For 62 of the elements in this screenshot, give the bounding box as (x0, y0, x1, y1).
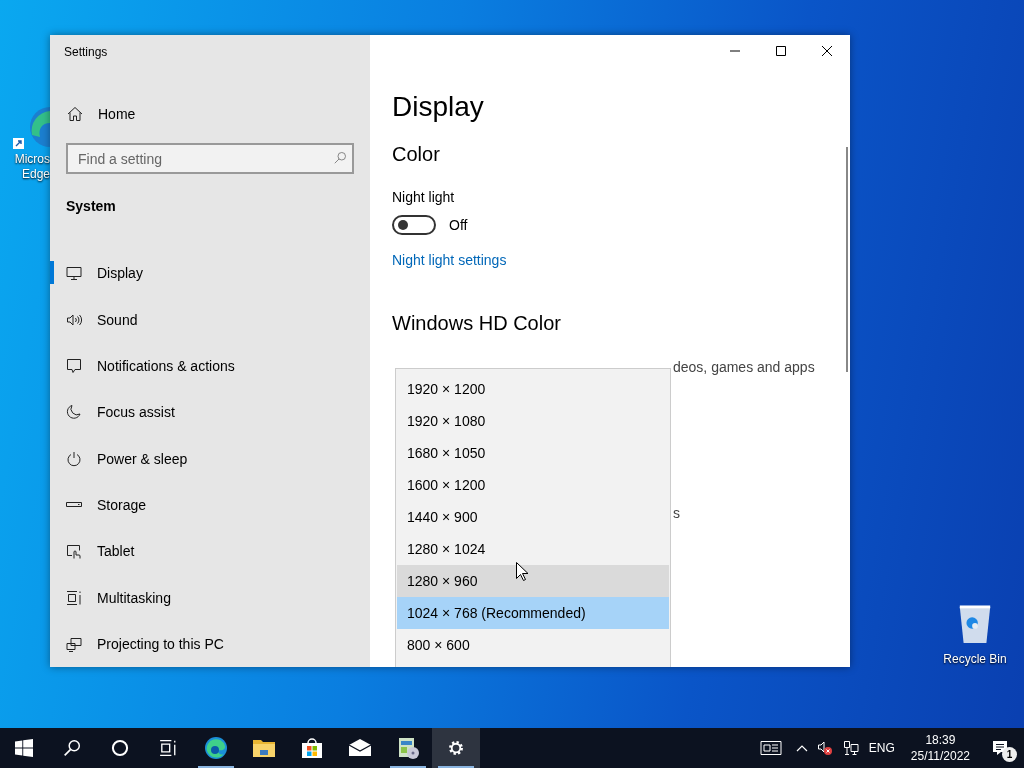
icon-label: Micros (14, 152, 50, 167)
sidebar-item[interactable]: Focus assist (50, 389, 370, 436)
sidebar-item[interactable]: Projecting to this PC (50, 620, 370, 667)
dropdown-option[interactable]: 1920 × 1200 (397, 373, 669, 405)
toggle-switch[interactable] (392, 215, 436, 235)
tablet-icon (66, 543, 82, 560)
icon-label: Edge (21, 167, 50, 182)
night-light-settings-link[interactable]: Night light settings (392, 252, 507, 268)
windows-logo-icon (15, 739, 33, 757)
page-title: Display (392, 91, 484, 123)
dropdown-option[interactable]: 1280 × 1024 (397, 533, 669, 565)
toggle-state: Off (449, 217, 468, 233)
mouse-cursor-icon (516, 562, 528, 581)
settings-icon (447, 739, 465, 757)
multitasking-icon (66, 589, 82, 606)
edge-icon (204, 736, 228, 760)
network-icon[interactable] (842, 740, 859, 756)
scrollbar[interactable] (846, 147, 848, 372)
language-indicator[interactable]: ENG (868, 728, 895, 768)
news-icon[interactable] (759, 740, 782, 756)
home-icon (67, 106, 83, 123)
sidebar-item[interactable]: Multitasking (50, 574, 370, 621)
task-view-icon (159, 739, 177, 757)
setting-label: Night light (392, 189, 455, 205)
shopping-bag-icon (300, 736, 324, 760)
power-icon (66, 450, 82, 467)
chevron-up-icon[interactable] (795, 744, 808, 752)
sidebar-item[interactable]: Tablet (50, 528, 370, 575)
search-icon (63, 739, 81, 757)
window-title: Settings (63, 44, 109, 61)
home-link[interactable]: Home (67, 106, 136, 123)
notification-badge: 1 (1002, 747, 1017, 762)
circle-icon (111, 739, 129, 757)
maximize-icon (776, 46, 786, 56)
dropdown-option[interactable]: 800 × 600 (397, 629, 669, 661)
taskbar-button[interactable] (432, 728, 480, 768)
sidebar-item[interactable]: Storage (50, 481, 370, 529)
sidebar-item[interactable]: Power & sleep (50, 435, 370, 482)
section-heading: Color (392, 143, 440, 166)
dropdown-option[interactable]: 1024 × 768 (Recommended) (397, 597, 669, 629)
dropdown-option[interactable]: 1680 × 1050 (397, 437, 669, 469)
icon-label: Recycle Bin (943, 652, 1007, 667)
dropdown-option[interactable]: 1280 × 960 (397, 565, 669, 597)
clock[interactable]: 18:39 25/11/2022 (904, 728, 976, 768)
sidebar-item[interactable]: Sound (50, 296, 370, 343)
app-icon (396, 736, 420, 760)
section-heading: System (66, 198, 117, 215)
description-text: deos, games and apps (673, 359, 815, 375)
search-field[interactable]: Find a setting (66, 143, 354, 175)
sidebar-item[interactable]: Notifications & actions (50, 342, 370, 390)
projector-icon (66, 635, 82, 652)
close-icon (822, 46, 832, 56)
message-icon (66, 357, 82, 374)
section-heading: Windows HD Color (392, 312, 561, 335)
search-icon (333, 151, 347, 166)
dropdown-option[interactable]: 1600 × 1200 (397, 469, 669, 501)
moon-icon (66, 404, 82, 421)
dropdown-option[interactable]: 1920 × 1080 (397, 405, 669, 437)
description-text: s (673, 505, 680, 521)
dropdown-option[interactable]: 1440 × 900 (397, 501, 669, 533)
monitor-icon (66, 264, 82, 281)
muted-speaker-icon[interactable] (816, 740, 833, 756)
